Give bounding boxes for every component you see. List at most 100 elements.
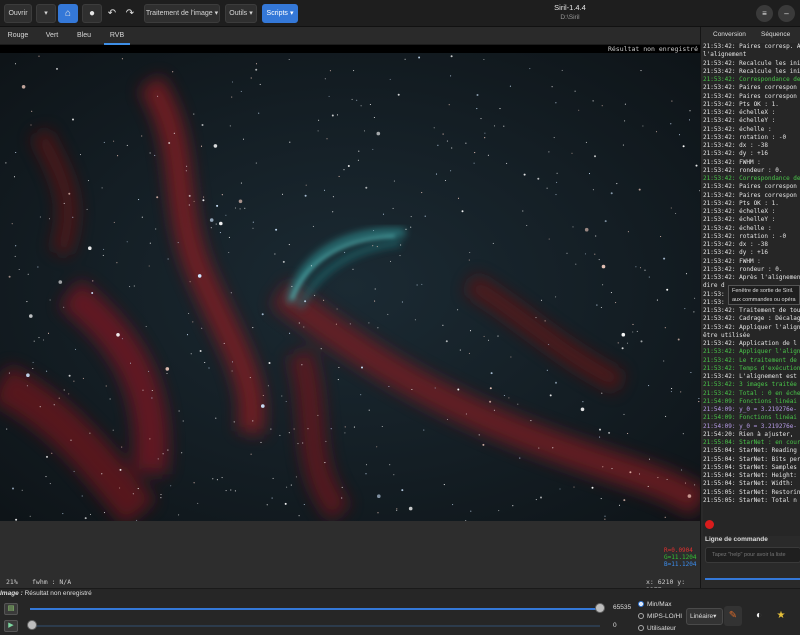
star (448, 104, 450, 106)
contrast-button[interactable]: ◐ (750, 606, 768, 626)
min-slider-knob[interactable] (27, 620, 37, 630)
star (323, 189, 326, 191)
header-bar: Ouvrir ▾ ⌂ ● ↶ ↷ Traitement de l'image O… (0, 0, 800, 27)
star (268, 362, 271, 364)
log-line: être utilisée (703, 331, 750, 339)
astro-image[interactable] (0, 53, 700, 521)
recent-files-button[interactable]: ▾ (36, 4, 56, 23)
star (119, 487, 121, 489)
tab-blue[interactable]: Bleu (72, 27, 96, 45)
star (372, 245, 374, 247)
radio-mips[interactable]: MIPS-LO/HI (638, 613, 682, 620)
result-label: Résultat non enregistré (607, 45, 698, 53)
star (31, 110, 33, 112)
stop-indicator[interactable] (705, 520, 714, 529)
star (186, 334, 189, 336)
star (303, 326, 305, 328)
star (38, 337, 40, 339)
star (49, 483, 51, 485)
star (182, 420, 184, 422)
star (101, 187, 103, 189)
image-view[interactable]: Résultat non enregistré (0, 45, 700, 521)
star (68, 374, 71, 377)
star (290, 484, 292, 486)
star (12, 487, 14, 490)
star (594, 155, 596, 158)
star (165, 367, 170, 371)
max-slider[interactable] (30, 608, 600, 610)
star (239, 208, 241, 210)
histogram-button[interactable]: ▤ (4, 603, 18, 615)
star (288, 432, 290, 434)
log-line: 21:53:42: FWHM : (703, 257, 761, 265)
star (627, 432, 629, 435)
star (416, 284, 418, 286)
star (173, 132, 175, 134)
siril-window: Ouvrir ▾ ⌂ ● ↶ ↷ Traitement de l'image O… (0, 0, 800, 635)
redo-button[interactable]: ↷ (122, 4, 138, 23)
minimize-button[interactable]: – (778, 5, 795, 22)
tab-sequence[interactable]: Séquence (761, 27, 790, 43)
star (325, 440, 327, 442)
star (33, 340, 35, 342)
home-button[interactable]: ⌂ (58, 4, 78, 23)
star (92, 280, 94, 282)
tab-conversion[interactable]: Conversion (713, 27, 746, 43)
star (301, 364, 303, 366)
reset-button[interactable]: ● (82, 4, 102, 23)
star (8, 275, 11, 278)
tools-menu[interactable]: Outils (225, 4, 257, 23)
tab-green[interactable]: Vert (40, 27, 64, 45)
star (682, 145, 685, 148)
star (444, 179, 447, 182)
log-line: 21:53:42: 3 images traitée (703, 381, 797, 389)
command-input[interactable]: Tapez "help" pour avoir la liste (705, 547, 800, 563)
star (221, 194, 223, 196)
star (435, 173, 438, 175)
radio-minmax[interactable]: Min/Max (638, 601, 672, 608)
min-slider[interactable] (30, 625, 600, 627)
star (381, 425, 383, 428)
star (575, 263, 577, 265)
star (105, 385, 107, 387)
star (298, 515, 300, 517)
open-button[interactable]: Ouvrir (4, 4, 32, 23)
scripts-menu[interactable]: Scripts (262, 4, 298, 23)
zoom-level: 21% (6, 578, 18, 586)
star (503, 394, 505, 397)
star (474, 152, 476, 154)
radio-user[interactable]: Utilisateur (638, 625, 676, 632)
home-icon: ⌂ (64, 8, 72, 19)
star (552, 447, 554, 449)
image-processing-menu[interactable]: Traitement de l'image (144, 4, 220, 23)
star (86, 208, 88, 210)
menu-button[interactable]: ≡ (756, 5, 773, 22)
star (141, 135, 143, 137)
star (489, 400, 492, 403)
star (298, 322, 300, 324)
play-button[interactable]: ▶ (4, 620, 18, 632)
log-line: 21:53:42: Paires corresp. Alignement (703, 43, 800, 50)
star (665, 415, 667, 417)
star (121, 58, 123, 60)
annotate-button[interactable]: ★ (772, 606, 790, 626)
star (303, 503, 305, 506)
star (376, 131, 381, 136)
color-tool-button[interactable]: ✎ (724, 606, 742, 626)
star (529, 68, 531, 70)
star (663, 360, 665, 362)
undo-button[interactable]: ↶ (104, 4, 120, 23)
star (648, 276, 650, 278)
tab-red[interactable]: Rouge (4, 27, 32, 45)
star (635, 266, 637, 268)
max-slider-knob[interactable] (595, 603, 605, 613)
scale-select[interactable]: Linéaire▾ (686, 608, 723, 625)
star (656, 299, 658, 301)
tab-rgb[interactable]: RVB (104, 27, 130, 45)
log-line: 21:55:05: StarNet: Total n (703, 496, 797, 504)
log-line: 21:53:42: dx : -38 (703, 142, 769, 149)
star (46, 370, 48, 372)
star (615, 302, 617, 304)
star (423, 429, 425, 431)
star (604, 518, 606, 520)
